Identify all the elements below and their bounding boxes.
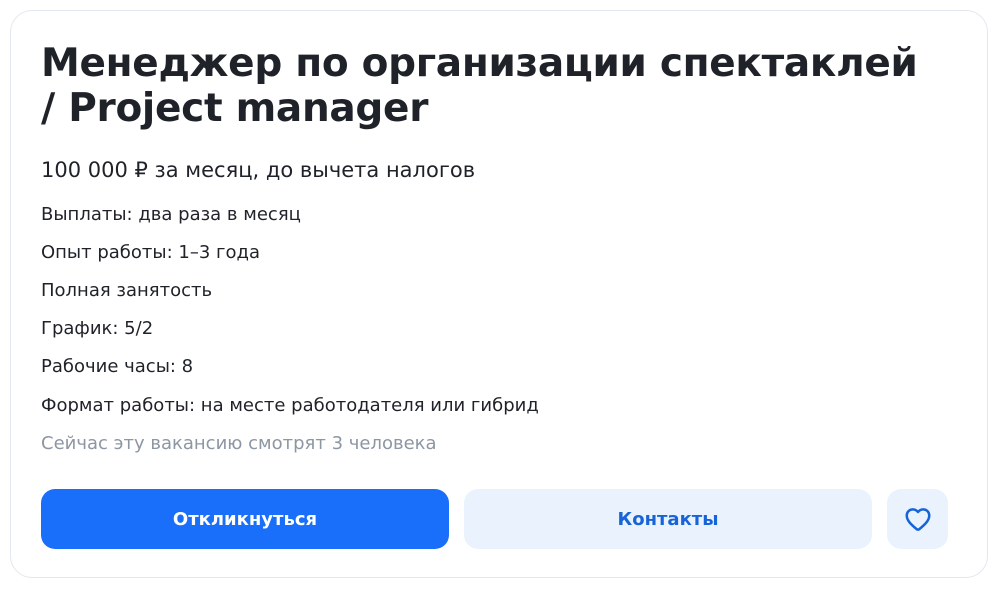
vacancy-title: Менеджер по организации спектаклей / Pro… xyxy=(41,41,918,131)
favorite-button[interactable] xyxy=(887,489,948,549)
working-hours: Рабочие часы: 8 xyxy=(41,356,194,377)
work-format: Формат работы: на месте работодателя или… xyxy=(41,395,539,416)
work-experience: Опыт работы: 1–3 года xyxy=(41,242,260,263)
employment-type: Полная занятость xyxy=(41,280,213,301)
contacts-button[interactable]: Контакты xyxy=(464,489,872,549)
work-schedule: График: 5/2 xyxy=(41,318,154,339)
heart-icon xyxy=(905,508,930,531)
respond-button[interactable]: Откликнуться xyxy=(41,489,449,549)
payment-frequency: Выплаты: два раза в месяц xyxy=(41,204,301,225)
viewers-count: Сейчас эту вакансию смотрят 3 человека xyxy=(41,433,437,454)
salary: 100 000 ₽ за месяц, до вычета налогов xyxy=(41,158,476,182)
vacancy-card: Менеджер по организации спектаклей / Pro… xyxy=(10,10,988,578)
